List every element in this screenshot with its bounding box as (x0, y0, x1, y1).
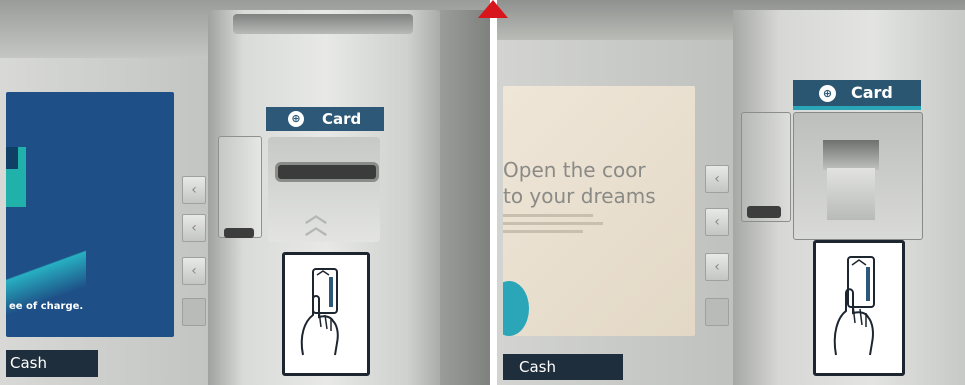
cash-label: Cash (6, 350, 98, 377)
side-dispenser-opening (224, 228, 254, 238)
chevron-left-icon: ‹ (714, 171, 720, 187)
screen-graphic-window (6, 147, 18, 169)
top-slot (233, 14, 413, 34)
atm-screen: Open the coor to your dreams (503, 86, 695, 336)
screen-text: ee of charge. (9, 301, 84, 312)
hand-holding-card-icon (833, 256, 875, 356)
screen-headline-2: to your dreams (503, 184, 656, 208)
card-label: Card (322, 110, 362, 128)
chevron-left-icon: ‹ (191, 182, 197, 198)
card-label-plate: ⊕ Card (266, 107, 384, 131)
screen-side-key-2[interactable]: ‹ (705, 208, 729, 236)
card-label-plate: ⊕ Card (793, 80, 921, 110)
card-brand-icon: ⊕ (288, 111, 304, 127)
card-brand-icon: ⊕ (819, 85, 836, 102)
screen-side-key-1[interactable]: ‹ (182, 176, 206, 204)
chevron-left-icon: ‹ (714, 214, 720, 230)
screen-wave (6, 212, 86, 332)
screen-fine-print-line-2 (503, 222, 603, 225)
card-insert-slot[interactable] (275, 162, 379, 182)
hand-holding-card-icon (300, 268, 339, 356)
card-label: Card (851, 83, 893, 102)
chevron-left-icon: ‹ (191, 263, 197, 279)
screen-side-key-4[interactable] (705, 298, 729, 326)
screen-side-key-3[interactable]: ‹ (705, 253, 729, 281)
side-dispenser-opening (747, 206, 781, 218)
card-instruction-sticker (813, 240, 905, 376)
atm-screen: ee of charge. (6, 92, 174, 337)
card-insert-slot[interactable] (823, 140, 879, 170)
screen-teal-shape (503, 281, 529, 336)
screen-headline-1: Open the coor (503, 158, 646, 182)
right-side-wall (440, 10, 490, 385)
screen-fine-print-line-1 (503, 214, 593, 217)
side-dispenser (218, 136, 262, 238)
card-reader-throat (827, 168, 875, 220)
screen-side-key-1[interactable]: ‹ (705, 165, 729, 193)
cash-label: Cash (503, 354, 623, 380)
screen-side-key-3[interactable]: ‹ (182, 257, 206, 285)
screen-side-key-2[interactable]: ‹ (182, 214, 206, 242)
right-atm-photo: Open the coor to your dreams ‹ ‹ ‹ Cash … (497, 0, 965, 385)
chevron-left-icon: ‹ (191, 220, 197, 236)
screen-fine-print-line-3 (503, 230, 583, 233)
double-chevron-up-icon: ︿ ︿ (305, 203, 328, 240)
chevron-left-icon: ‹ (714, 259, 720, 275)
red-triangle-marker (478, 0, 508, 18)
left-atm-photo: ee of charge. ‹ ‹ ‹ Cash ⊕ Card ︿ ︿ (0, 0, 490, 385)
card-instruction-sticker (282, 252, 370, 376)
screen-side-key-4[interactable] (182, 298, 206, 326)
photo-divider (490, 0, 497, 385)
